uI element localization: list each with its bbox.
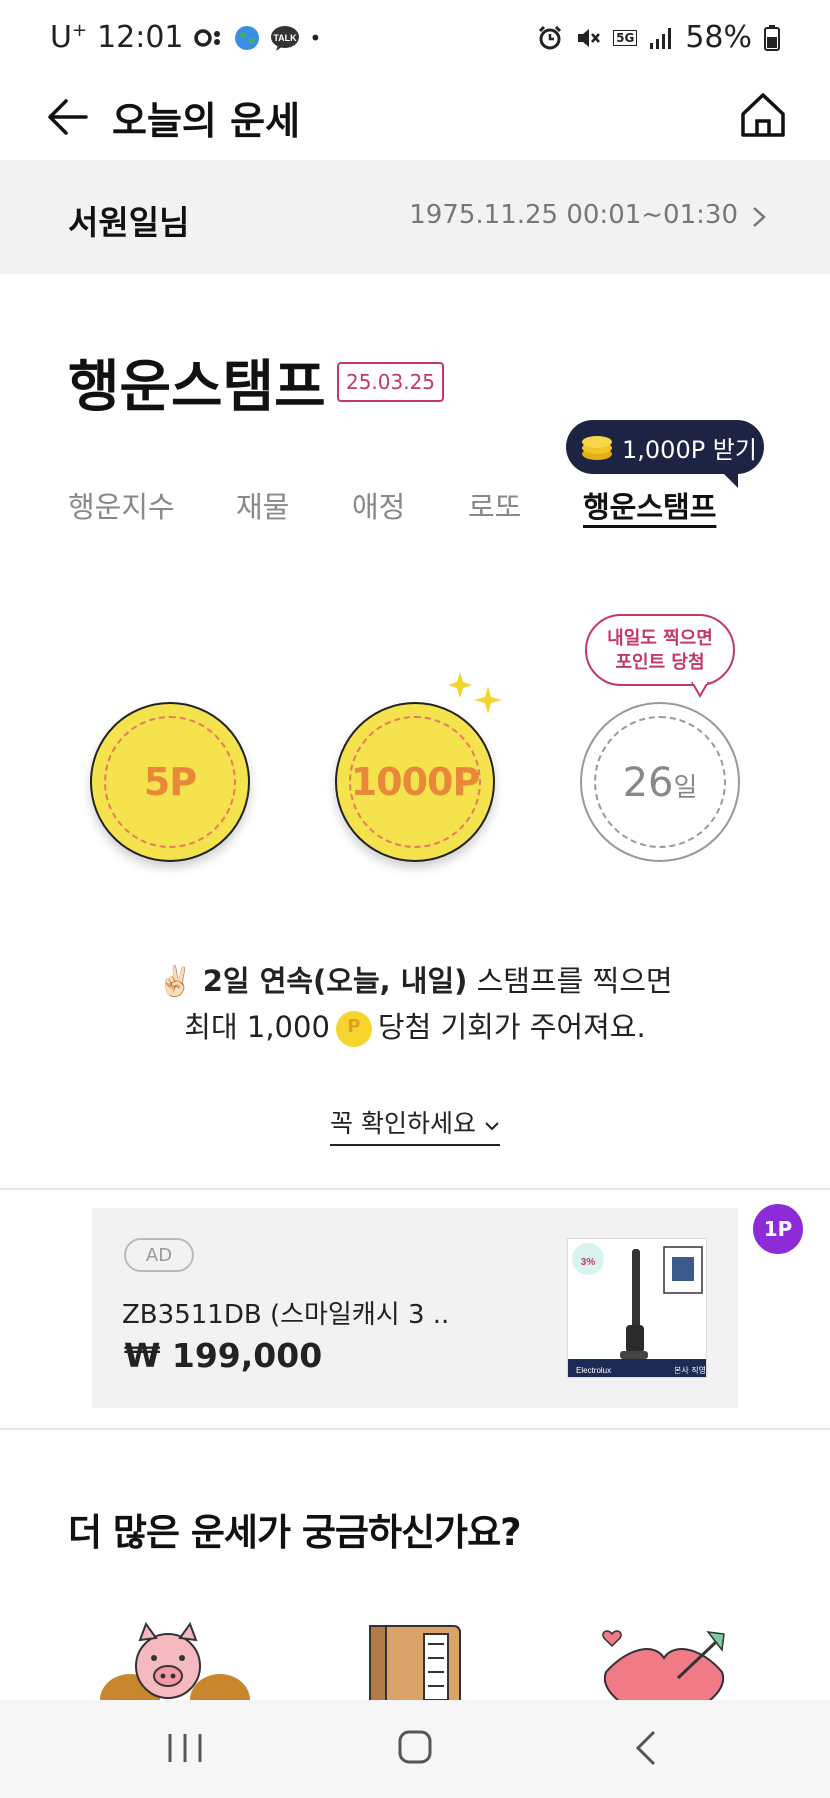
info-line-2-post: 당첨 기회가 주어져요. [377,1010,646,1044]
page-title: 오늘의 운세 [112,99,301,143]
stamp-day-2-label: 1000P [350,760,481,804]
network-5g-icon: 5G [613,29,638,46]
home-nav-icon [398,1730,432,1764]
profile-birth: 1975.11.25 00:01~01:30 [409,200,738,230]
tab-love[interactable]: 애정 [352,484,405,526]
system-nav-bar [0,1700,830,1798]
divider [0,1428,830,1430]
stamp-day-3-label: 26일 [622,760,698,806]
stamp-day-2: 1000P [335,702,495,862]
ad-card[interactable]: AD ZB3511DB (스마일캐시 3 .. ₩ 199,000 3% Ele… [92,1208,738,1408]
info-bold: 2일 연속(오늘, 내일) [202,964,468,998]
clock: 12:01 [97,20,184,55]
tab-lucky-stamp[interactable]: 행운스탬프 [583,484,716,526]
globe-icon [234,25,260,51]
ad-price: ₩ 199,000 [124,1336,323,1375]
svg-text:Electrolux: Electrolux [576,1366,611,1375]
point-tooltip-label: 1,000P 받기 [622,435,757,464]
tab-wealth[interactable]: 재물 [236,484,289,526]
notification-icon [193,27,224,49]
back-nav-icon [635,1730,656,1766]
bubble-line-2: 포인트 당첨 [615,652,705,673]
sparkle-icon [448,672,502,714]
tab-bar: 행운지수 재물 애정 로또 행운스탬프 [0,478,830,538]
home-button[interactable] [736,88,790,142]
more-fortunes-title: 더 많은 운세가 궁금하신가요? [68,1511,522,1554]
bubble-tail [691,682,709,698]
victory-hand-icon: ✌🏻 [157,964,194,998]
svg-text:3%: 3% [581,1257,596,1268]
arrow-left-icon [48,99,88,135]
ad-title: ZB3511DB (스마일캐시 3 .. [122,1300,450,1330]
check-notice-label: 꼭 확인하세요 [330,1109,476,1138]
pig-fortune-icon[interactable] [100,1620,250,1700]
ad-badge: AD [124,1238,194,1272]
book-fortune-icon[interactable] [368,1624,462,1700]
profile-bar[interactable]: 서원일님 1975.11.25 00:01~01:30 [0,160,830,274]
tab-lotto[interactable]: 로또 [468,484,521,526]
bubble-line-1: 내일도 찍으면 [607,628,713,649]
signal-icon [649,27,673,49]
more-notifications-icon: • [309,25,322,50]
vacuum-product-image: 3% Electrolux 본사 직영 [568,1239,706,1377]
tomorrow-bubble: 내일도 찍으면 포인트 당첨 [585,614,735,686]
stamp-day-1-label: 5P [143,760,197,804]
section-title: 행운스탬프 [68,355,326,420]
carrier: U+ [50,20,88,55]
back-button[interactable] [44,92,94,142]
ad-product-image: 3% Electrolux 본사 직영 [567,1238,707,1378]
check-notice-link[interactable]: 꼭 확인하세요 [330,1104,500,1146]
alarm-icon [537,25,563,51]
home-icon [741,93,785,137]
point-coin-icon [335,1011,372,1047]
info-line-2: 최대 1,000 당첨 기회가 주어져요. [0,1004,830,1047]
point-tooltip[interactable]: 1,000P 받기 [566,420,764,488]
talk-icon: TALK [270,25,300,51]
svg-text:본사 직영: 본사 직영 [674,1365,706,1375]
stamp-day-3[interactable]: 26일 [580,702,740,862]
info-line-2-pre: 최대 1,000 [184,1010,330,1044]
battery-icon [764,24,780,51]
point-badge[interactable]: 1P [753,1204,803,1254]
recent-apps-button[interactable] [160,1728,210,1768]
profile-name: 서원일님 [68,203,190,242]
status-bar: U+ 12:01 TALK • 5G 58% [0,0,830,78]
mute-icon [575,25,601,51]
status-left: U+ 12:01 TALK • [50,20,321,55]
chevron-down-icon [485,1122,499,1131]
app-bar: 오늘의 운세 [0,78,830,160]
battery-percent: 58% [685,20,752,55]
tab-luck-index[interactable]: 행운지수 [68,484,175,526]
heart-fortune-icon[interactable] [598,1628,730,1700]
stamp-day-1: 5P [90,702,250,862]
chevron-right-icon [753,207,766,227]
date-badge: 25.03.25 [337,362,444,402]
recent-apps-icon [168,1734,202,1762]
divider [0,1188,830,1190]
coin-stack-icon [582,436,612,460]
info-line-1: ✌🏻 2일 연속(오늘, 내일) 스탬프를 찍으면 [0,958,830,1000]
status-right: 5G 58% [537,20,780,55]
svg-text:TALK: TALK [273,33,297,43]
home-nav-button[interactable] [390,1728,440,1768]
back-nav-button[interactable] [622,1728,672,1768]
info-line-1-rest: 스탬프를 찍으면 [467,964,673,998]
